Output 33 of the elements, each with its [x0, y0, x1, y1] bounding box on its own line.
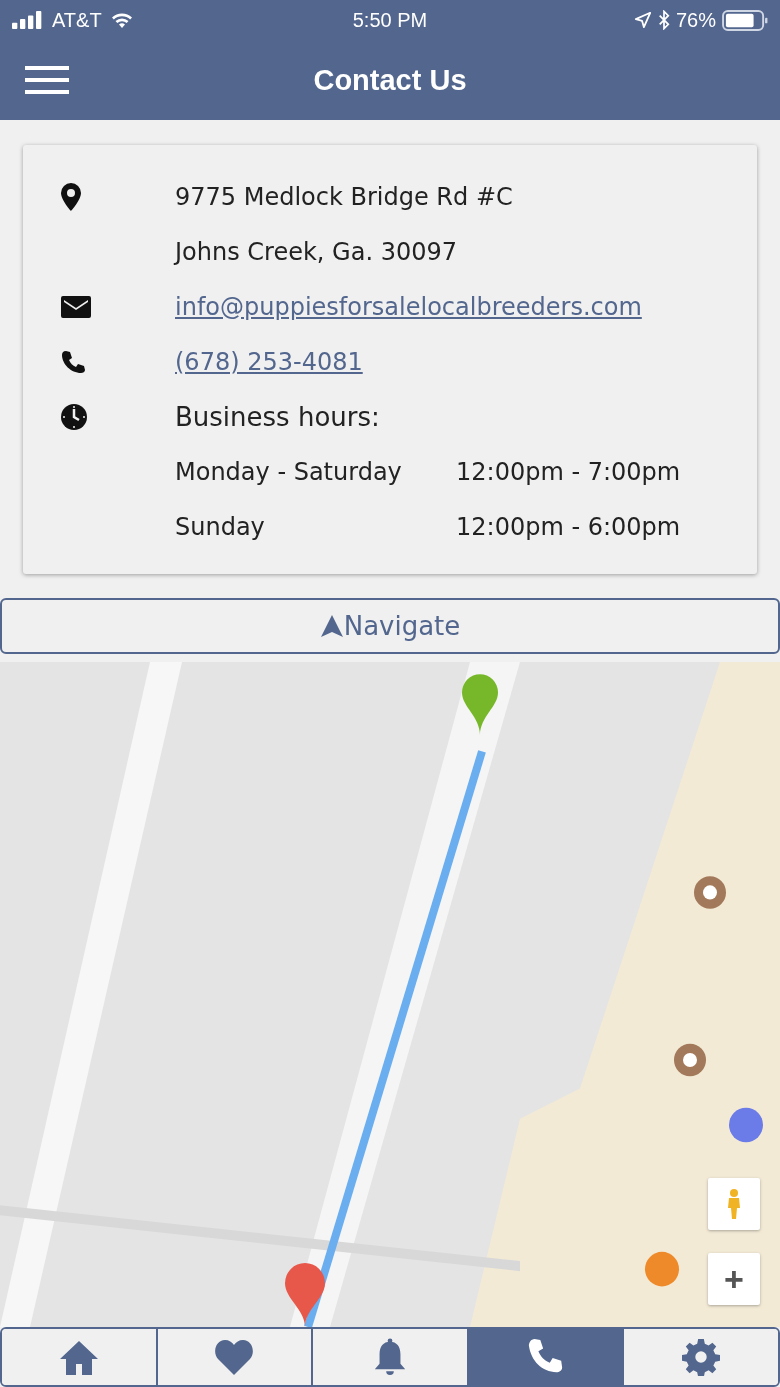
carrier-name: AT&T: [52, 8, 102, 32]
settings-icon: [681, 1338, 722, 1376]
address-line: 9775 Medlock Bridge Rd #C: [175, 182, 513, 211]
phone-link[interactable]: (678) 253-4081: [175, 347, 363, 376]
menu-icon: [25, 66, 69, 94]
hours-days: Monday - Saturday: [175, 457, 456, 486]
home-icon: [58, 1338, 99, 1376]
zoom-in-button[interactable]: +: [708, 1253, 760, 1305]
bluetooth-icon: [657, 10, 670, 30]
person-icon: [726, 1189, 742, 1219]
location-pin-icon: [61, 182, 81, 211]
hours-days: Sunday: [175, 512, 456, 541]
phone-icon: [61, 349, 85, 374]
tab-button[interactable]: [2, 1329, 158, 1385]
hours-time: 12:00pm - 7:00pm: [456, 457, 681, 486]
email-icon: [61, 295, 91, 318]
navigate-button[interactable]: Navigate: [0, 598, 780, 654]
clock-icon: [61, 403, 87, 430]
signal-icon: [12, 11, 44, 29]
address-line: Johns Creek, Ga. 30097: [175, 237, 457, 266]
wifi-icon: [109, 11, 134, 29]
status-time: 5:50 PM: [352, 8, 428, 32]
battery-percent: 76%: [675, 8, 716, 32]
hours-heading: Business hours:: [175, 401, 380, 432]
tab-button[interactable]: [468, 1329, 625, 1385]
battery-icon: [722, 9, 768, 31]
hours-time: 12:00pm - 6:00pm: [456, 512, 681, 541]
email-link[interactable]: info@puppiesforsalelocalbreeders.com: [175, 292, 642, 321]
heart-icon: [214, 1338, 255, 1376]
location-arrow-icon: [633, 11, 652, 29]
menu-button[interactable]: [25, 66, 69, 94]
navigation-arrow-icon: [319, 614, 344, 638]
page-title: Contact Us: [312, 63, 468, 97]
